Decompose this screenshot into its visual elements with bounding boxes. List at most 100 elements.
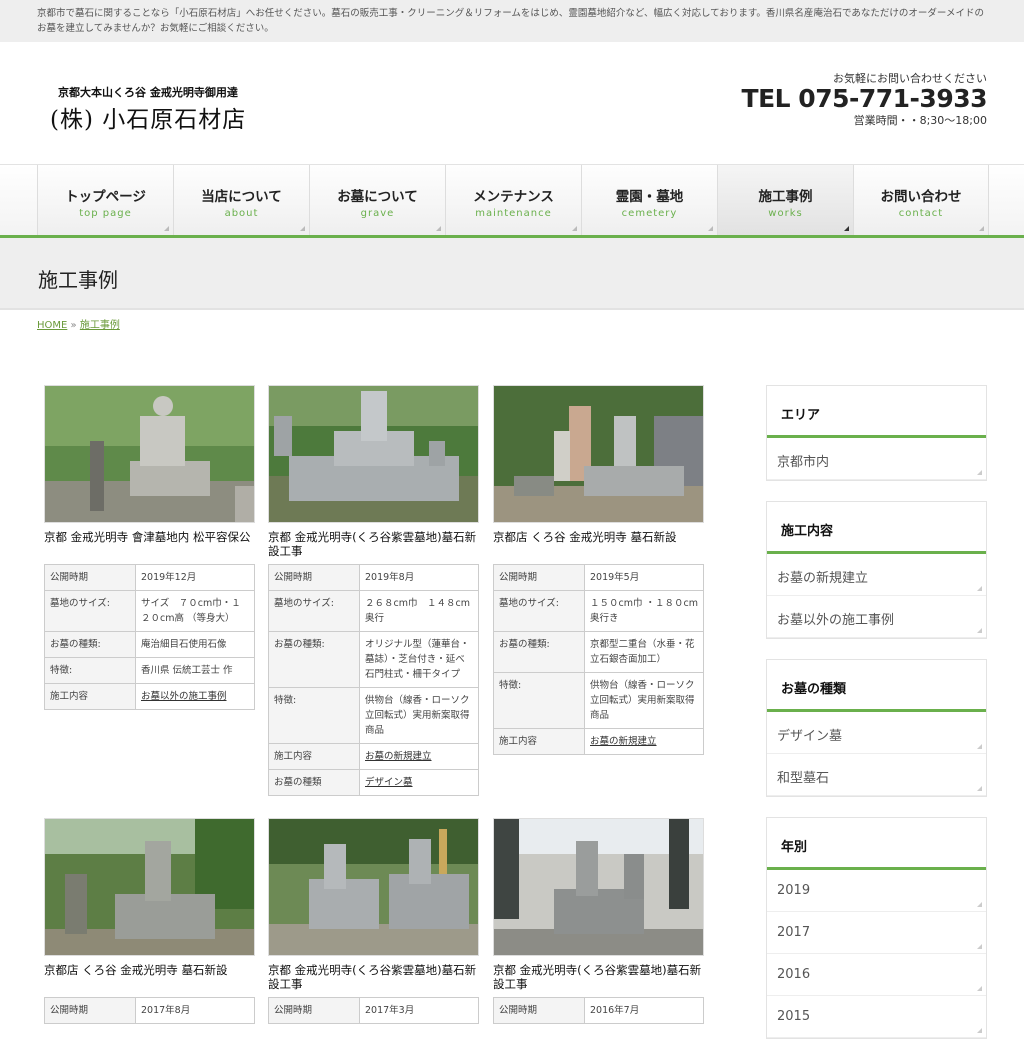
nav-item-label: トップページ: [65, 189, 146, 205]
nav-item-works[interactable]: 施工事例 works: [717, 165, 853, 235]
work-title[interactable]: 京都店 くろ谷 金戒光明寺 墓石新設: [44, 963, 255, 997]
value-type: 庵治細目石使用石像: [135, 631, 255, 658]
label-work: 施工内容: [268, 743, 360, 770]
sidebar-item[interactable]: 京都市内: [767, 438, 986, 480]
value-feature: 供物台（線香・ローソク立回転式）実用新案取得商品: [584, 672, 704, 729]
breadcrumb: HOME » 施工事例: [37, 316, 120, 331]
corner-arrow-icon: [164, 226, 169, 231]
sidebar-item-label: デザイン墓: [777, 729, 843, 744]
nav-item-about[interactable]: 当店について about: [173, 165, 309, 235]
value-feature: 供物台（線香・ローソク立回転式）実用新案取得商品: [359, 687, 479, 744]
work-detail-table: 公開時期 2019年8月 墓地のサイズ: ２６８cm巾 １４８cm奥行 お墓の種類:…: [268, 564, 479, 796]
sidebar-item[interactable]: お墓の新規建立: [767, 554, 986, 596]
label-kind: お墓の種類: [268, 769, 360, 796]
sidebar-work-box: 施工内容 お墓の新規建立 お墓以外の施工事例: [766, 501, 987, 639]
label-type: お墓の種類:: [44, 631, 136, 658]
work-detail-table: 公開時期 2016年7月: [493, 997, 704, 1024]
work-photo[interactable]: [44, 818, 255, 956]
phone-number[interactable]: TEL 075-771-3933: [742, 84, 988, 113]
value-size: １５０cm巾 ・１８０cm奥行き: [584, 590, 704, 632]
nav-item-label: お墓について: [337, 189, 418, 205]
sidebar-heading: 年別: [767, 818, 986, 870]
nav-item-sublabel: maintenance: [475, 208, 552, 219]
sidebar-area-box: エリア 京都市内: [766, 385, 987, 481]
corner-arrow-icon: [977, 902, 982, 907]
value-feature: 香川県 伝統工芸士 作: [135, 657, 255, 684]
sidebar-item-label: 2016: [777, 967, 811, 982]
nav-item-sublabel: contact: [898, 208, 944, 219]
sidebar-item[interactable]: 2015: [767, 996, 986, 1038]
corner-arrow-icon: [572, 226, 577, 231]
corner-arrow-icon: [977, 744, 982, 749]
sidebar-item-label: 京都市内: [777, 455, 830, 470]
value-date: 2017年8月: [135, 997, 255, 1024]
sidebar-item[interactable]: デザイン墓: [767, 712, 986, 754]
value-size: ２６８cm巾 １４８cm奥行: [359, 590, 479, 632]
work-photo[interactable]: [44, 385, 255, 523]
nav-item-grave[interactable]: お墓について grave: [309, 165, 445, 235]
work-title[interactable]: 京都 金戒光明寺(くろ谷紫雲墓地)墓石新設工事: [268, 530, 479, 564]
nav-item-sublabel: grave: [360, 208, 395, 219]
work-title[interactable]: 京都 金戒光明寺 會津墓地内 松平容保公: [44, 530, 255, 564]
breadcrumb-current[interactable]: 施工事例: [80, 320, 120, 331]
corner-arrow-icon: [977, 986, 982, 991]
value-date: 2019年8月: [359, 564, 479, 591]
label-size: 墓地のサイズ:: [44, 590, 136, 632]
nav-item-top[interactable]: トップページ top page: [37, 165, 173, 235]
sidebar-item[interactable]: 2019: [767, 870, 986, 912]
page-title-band: 施工事例: [0, 238, 1024, 310]
value-type: 京都型二重台（水垂・花立石銀杏面加工）: [584, 631, 704, 673]
nav-item-label: 霊園・墓地: [615, 189, 684, 205]
sidebar-item[interactable]: お墓以外の施工事例: [767, 596, 986, 638]
sidebar-item-label: 2015: [777, 1009, 811, 1024]
nav-item-contact[interactable]: お問い合わせ contact: [853, 165, 989, 235]
nav-item-maintenance[interactable]: メンテナンス maintenance: [445, 165, 581, 235]
logo-title[interactable]: (株) 小石原石材店: [50, 100, 246, 134]
work-card: 京都 金戒光明寺(くろ谷紫雲墓地)墓石新設工事 公開時期 2019年8月 墓地のサ…: [268, 385, 479, 796]
nav-item-label: 当店について: [201, 189, 282, 205]
sidebar-item[interactable]: 和型墓石: [767, 754, 986, 796]
label-date: 公開時期: [44, 997, 136, 1024]
work-category-link[interactable]: お墓の新規建立: [590, 736, 657, 747]
nav-item-sublabel: cemetery: [621, 208, 678, 219]
value-date: 2017年3月: [359, 997, 479, 1024]
value-date: 2019年12月: [135, 564, 255, 591]
work-category-link[interactable]: お墓の新規建立: [365, 751, 432, 762]
corner-arrow-icon: [977, 586, 982, 591]
nav-item-sublabel: about: [224, 208, 259, 219]
work-title[interactable]: 京都店 くろ谷 金戒光明寺 墓石新設: [493, 530, 704, 564]
corner-arrow-icon: [300, 226, 305, 231]
breadcrumb-home[interactable]: HOME: [37, 320, 67, 331]
nav-item-cemetery[interactable]: 霊園・墓地 cemetery: [581, 165, 717, 235]
work-card: 京都店 くろ谷 金戒光明寺 墓石新設 公開時期 2019年5月 墓地のサイズ: １５…: [493, 385, 704, 755]
work-photo[interactable]: [493, 385, 704, 523]
sidebar-item-label: 2019: [777, 883, 811, 898]
sidebar-heading: エリア: [767, 386, 986, 438]
logo-subtitle[interactable]: 京都大本山くろ谷 金戒光明寺御用達: [58, 84, 238, 100]
sidebar-item-label: 2017: [777, 925, 811, 940]
work-title[interactable]: 京都 金戒光明寺(くろ谷紫雲墓地)墓石新設工事: [493, 963, 704, 997]
label-type: お墓の種類:: [493, 631, 585, 673]
sidebar-heading: お墓の種類: [767, 660, 986, 712]
work-category-link[interactable]: お墓以外の施工事例: [141, 691, 227, 702]
corner-arrow-icon: [977, 470, 982, 475]
corner-arrow-icon: [977, 1028, 982, 1033]
work-detail-table: 公開時期 2017年3月: [268, 997, 479, 1024]
sidebar-item-label: お墓以外の施工事例: [777, 613, 895, 628]
sidebar-year-box: 年別 2019 2017 2016 2015: [766, 817, 987, 1039]
sidebar-item[interactable]: 2017: [767, 912, 986, 954]
sidebar-item-label: 和型墓石: [777, 771, 830, 786]
work-photo[interactable]: [268, 818, 479, 956]
sidebar-type-box: お墓の種類 デザイン墓 和型墓石: [766, 659, 987, 797]
grave-type-link[interactable]: デザイン墓: [365, 777, 413, 788]
corner-arrow-icon: [979, 226, 984, 231]
sidebar-heading: 施工内容: [767, 502, 986, 554]
work-title[interactable]: 京都 金戒光明寺(くろ谷紫雲墓地)墓石新設工事: [268, 963, 479, 997]
corner-arrow-icon: [977, 628, 982, 633]
work-photo[interactable]: [493, 818, 704, 956]
label-size: 墓地のサイズ:: [268, 590, 360, 632]
label-type: お墓の種類:: [268, 631, 360, 688]
sidebar-item[interactable]: 2016: [767, 954, 986, 996]
work-photo[interactable]: [268, 385, 479, 523]
label-size: 墓地のサイズ:: [493, 590, 585, 632]
